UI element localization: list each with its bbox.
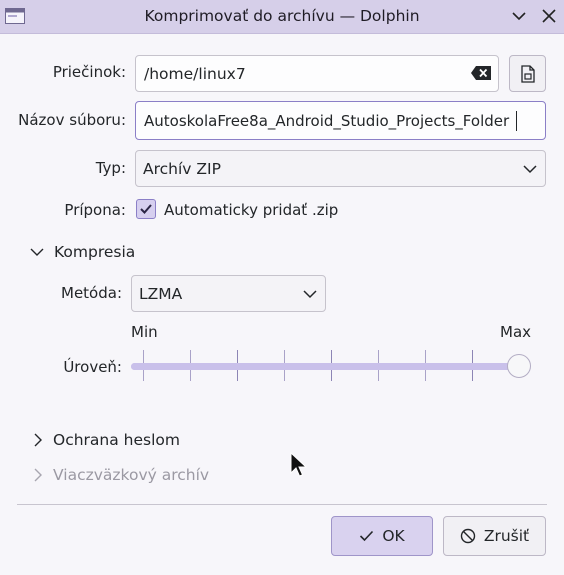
mouse-pointer-icon <box>290 452 308 477</box>
level-slider-fill <box>131 363 519 370</box>
window-title: Komprimovať do archívu — Dolphin <box>144 7 420 25</box>
level-label: Úroveň: <box>63 358 122 376</box>
type-value: Archív ZIP <box>143 159 221 178</box>
folder-input[interactable]: /home/linux7 <box>135 55 499 92</box>
chevron-down-icon <box>523 164 537 173</box>
multivolume-section-toggle: Viaczväzkový archív <box>33 466 209 484</box>
password-section-label: Ochrana heslom <box>53 431 180 449</box>
cancel-button-label: Zrušiť <box>483 527 530 545</box>
filename-value: AutoskolaFree8a_Android_Studio_Projects_… <box>144 111 510 130</box>
password-section-toggle[interactable]: Ochrana heslom <box>33 431 180 449</box>
auto-extension-label[interactable]: Automaticky pridať .zip <box>164 201 338 219</box>
type-select[interactable]: Archív ZIP <box>135 150 546 187</box>
text-cursor <box>516 111 517 131</box>
open-document-icon <box>520 64 535 83</box>
title-bar: Komprimovať do archívu — Dolphin <box>0 0 564 34</box>
level-slider-track[interactable] <box>131 363 519 370</box>
folder-label: Priečinok: <box>52 63 126 81</box>
ok-button[interactable]: OK <box>331 516 433 556</box>
method-value: LZMA <box>139 284 183 303</box>
checkmark-icon <box>140 204 152 214</box>
ok-button-label: OK <box>382 527 405 545</box>
method-label: Metóda: <box>61 284 122 302</box>
close-icon[interactable] <box>540 7 558 25</box>
level-max-label: Max <box>500 323 532 341</box>
checkmark-icon <box>360 530 374 542</box>
cancel-icon <box>460 528 476 544</box>
filename-input[interactable]: AutoskolaFree8a_Android_Studio_Projects_… <box>135 101 546 140</box>
auto-extension-checkbox[interactable] <box>136 199 156 219</box>
compression-section-toggle[interactable]: Kompresia <box>30 243 135 261</box>
level-slider-handle[interactable] <box>507 354 531 378</box>
chevron-right-icon <box>34 468 42 482</box>
cancel-button[interactable]: Zrušiť <box>443 516 546 556</box>
type-label: Typ: <box>95 159 126 177</box>
chevron-down-icon <box>30 248 44 256</box>
method-select[interactable]: LZMA <box>131 275 326 312</box>
filename-label: Názov súboru: <box>18 111 126 129</box>
multivolume-section-label: Viaczväzkový archív <box>53 466 210 484</box>
chevron-right-icon <box>34 433 42 447</box>
minimize-chevron-icon[interactable] <box>510 7 528 25</box>
clear-text-icon[interactable] <box>470 65 492 81</box>
compression-section-label: Kompresia <box>54 243 136 261</box>
level-min-label: Min <box>131 323 158 341</box>
folder-value: /home/linux7 <box>144 64 246 83</box>
browse-folder-button[interactable] <box>509 55 546 92</box>
button-separator <box>17 504 547 505</box>
extension-label: Prípona: <box>64 201 126 219</box>
chevron-down-icon <box>303 289 317 298</box>
